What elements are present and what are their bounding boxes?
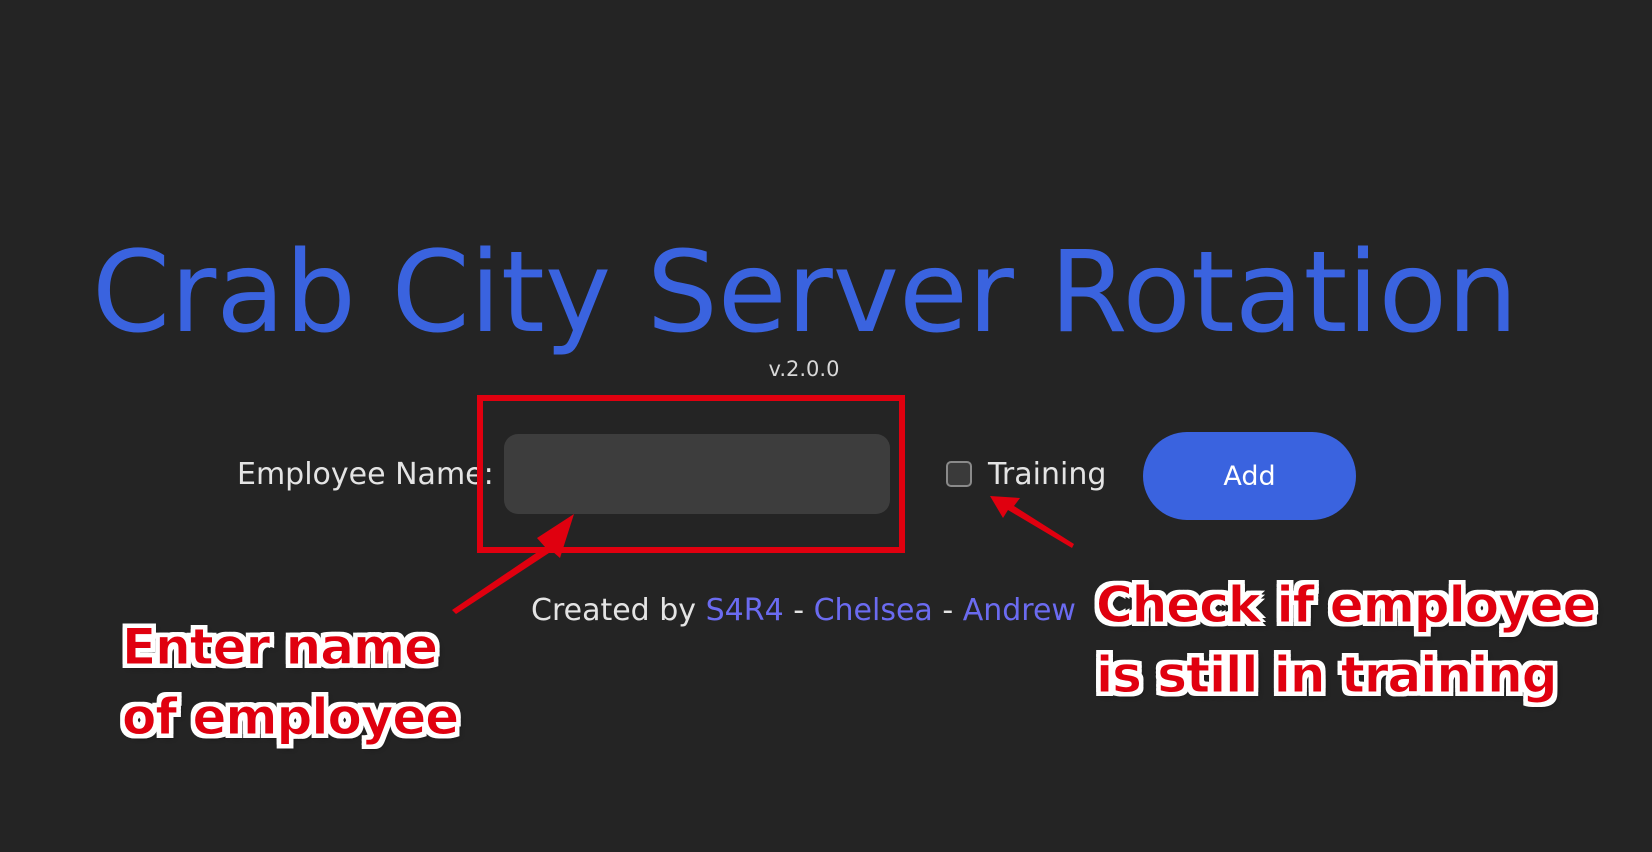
employee-name-label: Employee Name: bbox=[237, 457, 494, 492]
app-screen: Crab City Server Rotation v.2.0.0 Employ… bbox=[0, 0, 1652, 852]
author-link-andrew[interactable]: Andrew bbox=[963, 593, 1076, 628]
annotation-check-training: Check if employee is still in training bbox=[1096, 570, 1598, 710]
page-title: Crab City Server Rotation bbox=[92, 228, 1518, 358]
author-link-chelsea[interactable]: Chelsea bbox=[814, 593, 933, 628]
employee-name-input[interactable] bbox=[504, 434, 890, 514]
version-label: v.2.0.0 bbox=[768, 357, 840, 381]
credits-line: Created by S4R4 - Chelsea - Andrew bbox=[531, 592, 1076, 630]
training-label: Training bbox=[988, 457, 1107, 492]
credits-separator: - bbox=[932, 593, 963, 628]
annotation-line: is still in training bbox=[1096, 646, 1558, 705]
annotation-enter-name: Enter name of employee bbox=[121, 612, 459, 752]
annotation-line: Enter name bbox=[121, 618, 438, 677]
credits-prefix: Created by bbox=[531, 593, 706, 628]
training-checkbox[interactable] bbox=[946, 461, 972, 487]
annotation-line: of employee bbox=[121, 688, 459, 747]
annotation-line: Check if employee bbox=[1096, 576, 1598, 635]
author-link-s4r4[interactable]: S4R4 bbox=[706, 593, 784, 628]
credits-separator: - bbox=[783, 593, 814, 628]
add-button[interactable]: Add bbox=[1143, 432, 1356, 520]
arrow-to-checkbox bbox=[990, 496, 1074, 548]
